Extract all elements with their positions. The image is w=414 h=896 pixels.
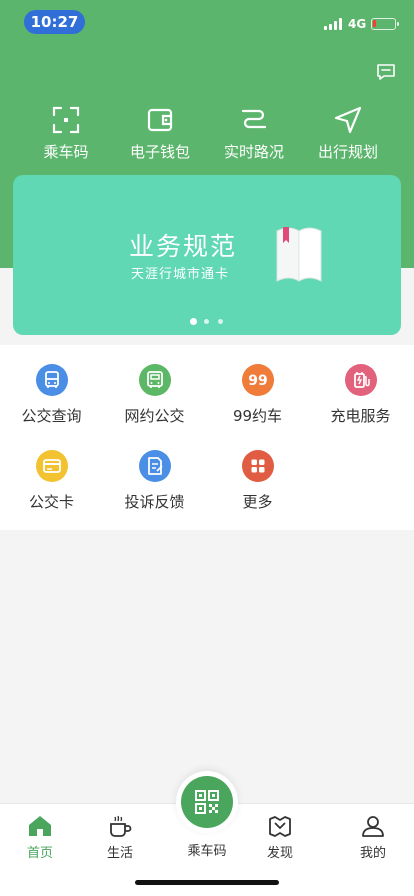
service-bus-card[interactable]: 公交卡 — [0, 450, 103, 512]
quick-trip-plan[interactable]: 出行规划 — [298, 105, 398, 162]
quick-traffic-label: 实时路况 — [223, 143, 284, 161]
banner-subtitle: 天涯行城市通卡 — [131, 267, 230, 282]
tab-life-label: 生活 — [106, 846, 133, 861]
service-label: 公交卡 — [28, 493, 74, 511]
wallet-icon — [147, 108, 173, 132]
service-label: 网约公交 — [124, 407, 185, 425]
qr-code-icon — [181, 776, 233, 828]
service-label: 99约车 — [232, 407, 283, 425]
service-feedback[interactable]: 投诉反馈 — [103, 450, 206, 512]
service-label: 充电服务 — [330, 407, 391, 425]
service-online-bus[interactable]: 网约公交 — [103, 364, 206, 426]
quick-wallet[interactable]: 电子钱包 — [110, 105, 210, 162]
battery-icon — [371, 18, 399, 30]
route-icon — [241, 109, 267, 129]
home-indicator — [135, 880, 279, 885]
charging-icon — [344, 364, 377, 396]
service-label: 公交查询 — [21, 407, 82, 425]
banner-dot-3[interactable] — [218, 319, 223, 324]
service-bus-query[interactable]: 公交查询 — [0, 364, 103, 426]
service-charging[interactable]: 充电服务 — [309, 364, 412, 426]
tab-discover[interactable]: 发现 — [250, 814, 310, 861]
home-icon — [29, 816, 51, 836]
status-time: 10:27 — [24, 10, 85, 34]
ride-code-fab[interactable] — [176, 771, 238, 833]
service-label: 更多 — [242, 493, 273, 511]
feedback-icon — [138, 450, 171, 482]
tab-profile[interactable]: 我的 — [343, 814, 403, 861]
discover-icon — [269, 816, 291, 837]
profile-icon — [362, 816, 384, 837]
quick-wallet-label: 电子钱包 — [129, 143, 190, 161]
tab-profile-label: 我的 — [359, 846, 386, 861]
bus-icon — [35, 364, 68, 396]
tab-discover-label: 发现 — [266, 846, 293, 861]
banner-title: 业务规范 — [129, 232, 238, 261]
99-car-icon: 99 — [241, 364, 274, 396]
service-label: 投诉反馈 — [124, 493, 185, 511]
quick-actions: 乘车码 电子钱包 实时路况 出行规划 — [0, 105, 414, 165]
tab-ride-code-label[interactable]: 乘车码 — [176, 840, 238, 859]
tab-home[interactable]: 首页 — [10, 814, 70, 861]
tab-home-label: 首页 — [26, 846, 53, 861]
banner-dot-2[interactable] — [204, 319, 209, 324]
tab-life[interactable]: 生活 — [90, 814, 150, 861]
card-icon — [35, 450, 68, 482]
network-type: 4G — [348, 17, 367, 31]
signal-icon — [324, 18, 344, 30]
scan-icon — [52, 106, 80, 134]
book-icon — [276, 227, 322, 282]
service-more[interactable]: 更多 — [206, 450, 309, 512]
quick-traffic[interactable]: 实时路况 — [204, 105, 304, 162]
navigation-icon — [334, 106, 362, 134]
services-grid: 公交查询 网约公交 99 99约车 充电服务 公交卡 投诉反馈 更多 — [0, 345, 414, 530]
banner-dot-1[interactable] — [190, 318, 197, 325]
promo-banner[interactable]: 业务规范 天涯行城市通卡 — [13, 175, 401, 335]
quick-trip-plan-label: 出行规划 — [317, 143, 378, 161]
quick-ride-code[interactable]: 乘车码 — [16, 105, 116, 162]
message-icon — [377, 64, 395, 80]
banner-pagination[interactable] — [188, 318, 248, 326]
grid-icon — [241, 450, 274, 482]
service-99-car[interactable]: 99 99约车 — [206, 364, 309, 426]
svg-text:99: 99 — [248, 373, 267, 389]
quick-ride-code-label: 乘车码 — [43, 143, 89, 161]
status-bar: 10:27 4G — [0, 0, 414, 44]
smart-bus-icon — [138, 364, 171, 396]
coffee-icon — [110, 815, 132, 837]
message-button[interactable] — [376, 63, 396, 81]
